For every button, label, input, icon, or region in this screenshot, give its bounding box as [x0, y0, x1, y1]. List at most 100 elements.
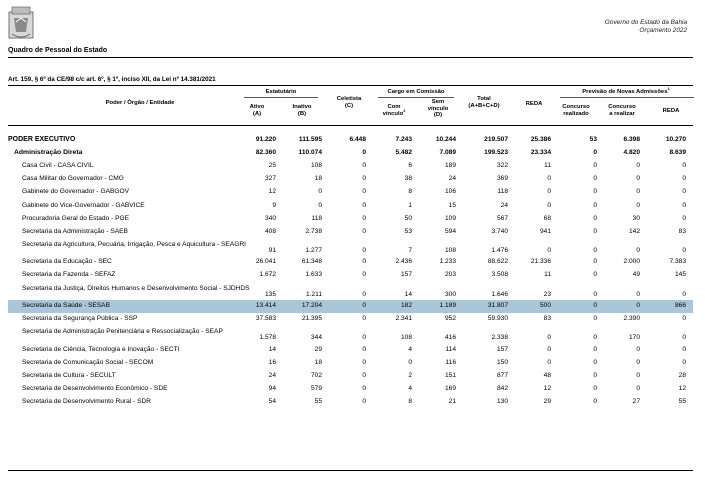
entity-name: Secretaria de Desenvolvimento Econômico … [22, 385, 168, 392]
table-cell: 0 [636, 345, 640, 353]
table-cell: 1.233 [439, 258, 456, 266]
table-row: Casa Civil - CASA CIVIL 25 108 0 6 189 322 11 0 0… [0, 160, 705, 173]
table-cell: 25 [268, 162, 276, 170]
entity-name: Gabinete do Vice-Governador - GABVICE [22, 201, 145, 209]
header-line: realizado [563, 110, 589, 117]
entity-name: Secretaria da Segurança Pública - SSP [22, 315, 138, 323]
table-cell: 8 [408, 398, 412, 406]
table-cell: 55 [314, 398, 322, 406]
table-row: Secretaria da Educação - SEC 26.041 61.348… [0, 256, 705, 269]
table-cell: 12 [678, 385, 686, 392]
table-row: Secretaria da Administração - SAEB 408 2.7… [0, 226, 705, 239]
table-cell: 4.820 [623, 149, 640, 157]
entity-name: Secretaria de Ciência, Tecnologia e Inov… [22, 345, 180, 353]
table-cell: 53 [404, 227, 412, 235]
table-cell: 579 [310, 385, 322, 392]
table-cell: 118 [311, 214, 322, 222]
table-cell: 91.220 [255, 136, 276, 143]
table-cell: 0 [547, 201, 551, 209]
table-cell: 0 [682, 175, 686, 183]
group-rule [378, 97, 454, 98]
table-cell: 116 [445, 358, 456, 366]
table-cell: 14 [404, 290, 412, 298]
footnote-marker: 2 [403, 107, 406, 113]
table-cell: 0 [362, 385, 366, 392]
table-cell: 26.041 [255, 258, 276, 266]
table-row: Secretaria de Desenvolvimento Econômico … [0, 383, 705, 396]
table-cell: 0 [362, 227, 366, 235]
table-cell: 142 [628, 227, 640, 235]
table-cell: 0 [362, 162, 366, 170]
entity-name: Secretaria da Educação - SEC [22, 258, 112, 266]
table-cell: 108 [444, 246, 456, 254]
table-cell: 10.270 [665, 136, 686, 143]
table-cell: 0 [547, 188, 551, 196]
table-row: Gabinete do Vice-Governador - GABVICE 9 0 0… [0, 200, 705, 213]
table-row: Secretaria de Desenvolvimento Rural - SD… [0, 396, 705, 409]
table-cell: 27 [632, 398, 640, 406]
table-cell: 0 [362, 345, 366, 353]
table-cell: 702 [310, 371, 322, 379]
table-cell: 0 [362, 246, 366, 254]
table-cell: 23 [543, 290, 551, 298]
entity-name: Casa Civil - CASA CIVIL [22, 162, 94, 170]
table-cell: 0 [362, 271, 366, 279]
table-cell: 4 [408, 385, 412, 392]
table-cell: 14 [268, 345, 276, 353]
column-header-contest-todo: Concurso a realizar [600, 104, 644, 117]
header-line: (C) [344, 102, 354, 109]
table-cell: 0 [682, 290, 686, 298]
table-cell: 2.390 [623, 315, 640, 323]
entity-name: Administração Direta [14, 149, 83, 157]
header-line: a realizar [609, 110, 635, 117]
table-cell: 10.244 [435, 136, 456, 143]
table-cell: 68 [543, 214, 551, 222]
table-cell: 21 [448, 398, 456, 406]
table-cell: 6.448 [349, 136, 366, 143]
table-cell: 344 [310, 334, 322, 342]
table-cell: 0 [547, 358, 551, 366]
table-cell: 23.334 [530, 149, 551, 157]
table-cell: 0 [547, 175, 551, 183]
table-cell: 0 [636, 188, 640, 196]
table-cell: 11 [544, 271, 551, 279]
table-cell: 0 [362, 398, 366, 406]
table-cell: 16 [268, 358, 276, 366]
table-cell: 327 [264, 175, 276, 183]
administration-row: Administração Direta 82.360 110.074 0 5.482 7… [0, 147, 705, 160]
table-cell: 54 [268, 398, 276, 406]
table-row: Secretaria de Comunicação Social - SECOM… [0, 357, 705, 370]
table-row: Secretaria de Administração Penitenciári… [0, 326, 705, 344]
table-row: Secretaria da Saúde - SESAB 13.414 17.204 0… [8, 300, 693, 314]
page-title: Quadro de Pessoal do Estado [8, 47, 108, 54]
table-row: Procuradoria Geral do Estado - PGE 340 118… [0, 213, 705, 226]
table-cell: 108 [310, 162, 322, 170]
table-row: Gabinete do Governador - GABGOV 12 0 0 8 106 1… [0, 186, 705, 199]
header-bottom-rule [8, 125, 693, 126]
table-row: Secretaria da Agricultura, Pecuária, Irr… [0, 239, 705, 257]
table-cell: 0 [636, 201, 640, 209]
group-header-statutory: Estatutário [265, 89, 297, 95]
table-cell: 0 [362, 175, 366, 183]
table-cell: 1.672 [259, 271, 276, 279]
table-cell: 13.414 [255, 302, 276, 309]
header-line: (A+B+C+D) [468, 102, 500, 109]
table-cell: 2.738 [305, 227, 322, 235]
column-header-reda-new: REDA [662, 108, 680, 114]
table-cell: 0 [362, 214, 366, 222]
divider [8, 57, 693, 58]
table-cell: 0 [362, 258, 366, 266]
column-header-with-link: Com vínculo2 [374, 104, 414, 117]
entity-name: Secretaria da Saúde - SESAB [22, 302, 110, 309]
table-cell: 0 [318, 201, 322, 209]
table-cell: 83 [543, 315, 551, 323]
table-cell: 111.595 [298, 136, 322, 143]
table-cell: 8 [408, 188, 412, 196]
column-header-contest-done: Concurso realizado [554, 104, 598, 117]
header-text: Previsão de Novas Admissões [582, 89, 668, 95]
table-cell: 0 [547, 334, 551, 342]
divider [8, 85, 693, 86]
table-cell: 941 [539, 227, 551, 235]
table-cell: 7.089 [439, 149, 456, 157]
table-cell: 0 [362, 290, 366, 298]
